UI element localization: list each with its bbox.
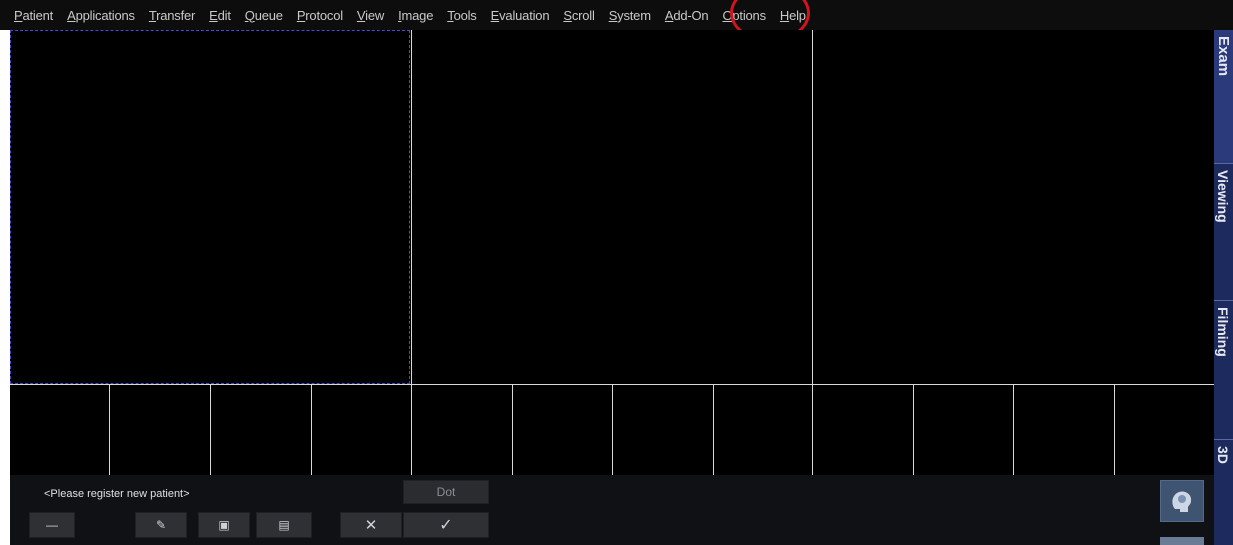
secondary-button[interactable] (1160, 537, 1204, 545)
checkmark-icon: ✓ (439, 517, 453, 534)
thumbnail-divider (713, 385, 714, 475)
thumbnail-divider (1114, 385, 1115, 475)
document-button[interactable]: ▤ (256, 512, 312, 538)
tab-3d-label: 3D (1215, 446, 1231, 464)
thumbnail-divider (311, 385, 312, 475)
menu-bar: Patient Applications Transfer Edit Queue… (0, 0, 1233, 30)
menu-tools[interactable]: Tools (447, 8, 477, 23)
dot-button[interactable]: Dot (403, 480, 489, 504)
tab-filming-label: Filming (1215, 307, 1231, 357)
active-segment-frame[interactable] (10, 30, 410, 384)
menu-scroll[interactable]: Scroll (563, 8, 595, 23)
thumbnail-divider (913, 385, 914, 475)
tab-exam-label: Exam (1215, 36, 1232, 77)
side-tab-bar: Exam Viewing Filming 3D (1214, 30, 1233, 545)
menu-system[interactable]: System (609, 8, 651, 23)
tab-viewing-label: Viewing (1215, 170, 1231, 223)
tab-filming[interactable]: Filming (1214, 301, 1233, 440)
minus-icon: — (46, 518, 58, 532)
menu-help[interactable]: Help (780, 8, 806, 23)
segment-divider (411, 30, 412, 384)
confirm-button[interactable]: ✓ (403, 512, 489, 538)
menu-applications[interactable]: Applications (67, 8, 135, 23)
pen-button[interactable]: ✎ (135, 512, 187, 538)
thumbnail-divider (411, 385, 412, 475)
thumbnail-divider (109, 385, 110, 475)
tab-viewing[interactable]: Viewing (1214, 164, 1233, 301)
menu-options[interactable]: Options (722, 8, 766, 23)
control-panel: <Please register new patient> Dot — ✎ ▣ … (10, 475, 1214, 545)
head-scan-icon (1172, 491, 1192, 512)
head-scan-button[interactable] (1160, 480, 1204, 522)
image-viewer[interactable] (10, 30, 1214, 475)
thumbnail-divider (812, 385, 813, 475)
thumbnail-divider (210, 385, 211, 475)
patient-status-label: <Please register new patient> (44, 488, 190, 500)
camera-icon: ▣ (218, 518, 230, 532)
menu-image[interactable]: Image (398, 8, 433, 23)
document-icon: ▤ (278, 518, 290, 532)
menu-transfer[interactable]: Transfer (149, 8, 196, 23)
segment-divider (812, 30, 813, 384)
camera-button[interactable]: ▣ (198, 512, 250, 538)
thumbnail-divider (1013, 385, 1014, 475)
thumbnail-divider (612, 385, 613, 475)
cancel-button[interactable]: ✕ (340, 512, 402, 538)
thumbnail-divider (512, 385, 513, 475)
tab-3d[interactable]: 3D (1214, 440, 1233, 545)
menu-add-on[interactable]: Add-On (665, 8, 709, 23)
close-icon: ✕ (364, 517, 378, 534)
menu-protocol[interactable]: Protocol (297, 8, 343, 23)
pen-icon: ✎ (155, 518, 167, 532)
menu-patient[interactable]: Patient (14, 8, 53, 23)
menu-evaluation[interactable]: Evaluation (491, 8, 550, 23)
minus-button[interactable]: — (29, 512, 75, 538)
tab-exam[interactable]: Exam (1214, 30, 1233, 164)
menu-queue[interactable]: Queue (245, 8, 283, 23)
menu-edit[interactable]: Edit (209, 8, 231, 23)
menu-view[interactable]: View (357, 8, 384, 23)
